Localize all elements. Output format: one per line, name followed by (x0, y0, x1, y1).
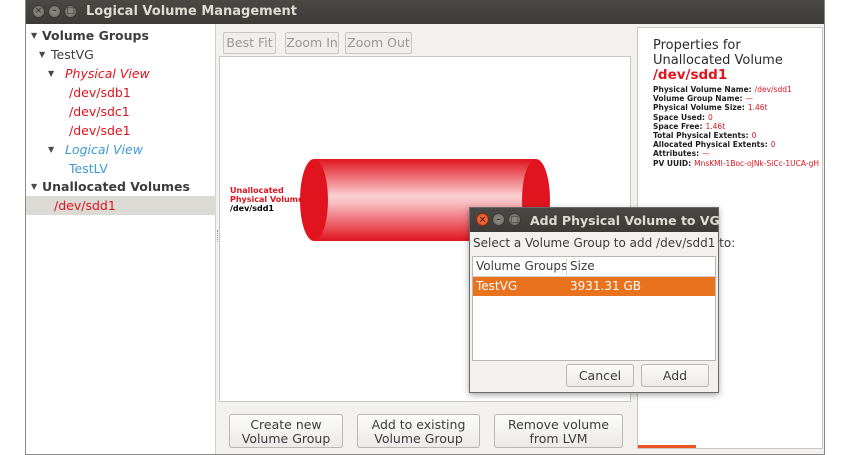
property-key: Physical Volume Size: (653, 103, 745, 113)
expand-arrow-icon[interactable]: ▼ (48, 64, 54, 83)
dialog-titlebar[interactable]: × – □ Add Physical Volume to VG (470, 208, 720, 232)
properties-list: Physical Volume Name:/dev/sdd1 Volume Gr… (653, 85, 822, 168)
button-label: Create new (250, 417, 322, 432)
properties-scroll-indicator[interactable] (638, 445, 696, 448)
properties-title: Properties for Unallocated Volume /dev/s… (653, 38, 783, 83)
property-value: 0 (707, 112, 713, 122)
window-minimize-icon[interactable]: – (48, 5, 61, 18)
dialog-close-icon[interactable]: × (476, 213, 489, 226)
property-key: Physical Volume Name: (653, 85, 752, 94)
property-row: Allocated Physical Extents: 0 (653, 140, 822, 150)
property-row: Space Free: 1.46t (653, 121, 822, 131)
column-header-size[interactable]: Size (570, 259, 595, 273)
button-label: Volume Group (374, 431, 463, 446)
add-button[interactable]: Add (641, 364, 709, 387)
property-key: Volume Group Name: (653, 94, 743, 104)
volume-group-list[interactable]: Volume Groups Size TestVG 3931.31 GB (472, 256, 716, 361)
volume-tree: ▼ Volume Groups ▼ TestVG ▼ Physical View… (26, 24, 216, 454)
expand-arrow-icon[interactable]: ▼ (31, 177, 37, 196)
zoom-in-button[interactable]: Zoom In (285, 32, 339, 54)
tree-label: TestVG (51, 47, 94, 62)
tree-label: /dev/sde1 (69, 123, 131, 138)
property-row: Physical Volume Name:/dev/sdd1 (653, 85, 822, 94)
property-value: MnsKMI-1Boc-oJNk-SiCc-1UCA-gH (694, 158, 819, 168)
window-close-icon[interactable]: × (32, 5, 45, 18)
tree-item-pv[interactable]: /dev/sde1 (26, 121, 216, 140)
row-size: 3931.31 GB (570, 279, 641, 293)
property-key: Allocated Physical Extents: (653, 140, 768, 150)
expand-arrow-icon[interactable]: ▼ (48, 140, 54, 159)
tree-item-vg[interactable]: ▼ TestVG (26, 45, 216, 64)
tree-label: TestLV (69, 161, 108, 176)
expand-arrow-icon[interactable]: ▼ (39, 45, 45, 64)
tree-item-pv[interactable]: /dev/sdb1 (26, 83, 216, 102)
list-row-selected[interactable]: TestVG 3931.31 GB (473, 277, 715, 296)
property-value: — (745, 94, 754, 104)
tree-item-pv[interactable]: /dev/sdc1 (26, 102, 216, 121)
tree-item-logical-view[interactable]: ▼ Logical View (26, 140, 216, 159)
property-value: — (702, 149, 710, 159)
tree-item-lv[interactable]: TestLV (26, 159, 216, 178)
property-value: /dev/sdd1 (754, 85, 792, 94)
expand-arrow-icon[interactable]: ▼ (31, 26, 37, 45)
dialog-minimize-icon[interactable]: – (492, 213, 505, 226)
tree-item-physical-view[interactable]: ▼ Physical View (26, 64, 216, 83)
tree-label: /dev/sdd1 (54, 198, 116, 213)
remove-from-lvm-button[interactable]: Remove volume from LVM (494, 414, 623, 448)
column-header-volume-groups[interactable]: Volume Groups (476, 259, 567, 273)
dialog-title: Add Physical Volume to VG (530, 213, 720, 228)
property-key: PV UUID: (653, 158, 692, 168)
tree-label: Volume Groups (42, 28, 149, 43)
cylinder-left-cap (300, 159, 328, 241)
property-row: Volume Group Name: — (653, 94, 822, 104)
tree-label: Physical View (65, 66, 150, 81)
property-row: Space Used: 0 (653, 112, 822, 122)
property-value: 0 (751, 131, 757, 141)
tree-label: Logical View (65, 142, 143, 157)
tree-item-unallocated-pv[interactable]: /dev/sdd1 (26, 196, 216, 215)
best-fit-button[interactable]: Best Fit (223, 32, 276, 54)
zoom-out-button[interactable]: Zoom Out (345, 32, 412, 54)
properties-device: /dev/sdd1 (653, 67, 728, 83)
dialog-prompt: Select a Volume Group to add /dev/sdd1 t… (473, 236, 736, 250)
properties-heading: Unallocated Volume (653, 53, 783, 68)
create-volume-group-button[interactable]: Create new Volume Group (229, 414, 343, 448)
property-value: 0 (770, 140, 776, 150)
property-row: Physical Volume Size: 1.46t (653, 103, 822, 113)
window-titlebar[interactable]: × – □ Logical Volume Management (26, 0, 824, 24)
property-key: Space Used: (653, 112, 705, 122)
property-row: Total Physical Extents: 0 (653, 131, 822, 141)
add-to-volume-group-button[interactable]: Add to existing Volume Group (357, 414, 480, 448)
property-value: 1.46t (705, 121, 726, 131)
button-label: Volume Group (241, 431, 331, 446)
cancel-button[interactable]: Cancel (566, 364, 634, 387)
property-key: Space Free: (653, 121, 703, 131)
tree-item-volume-groups[interactable]: ▼ Volume Groups (26, 26, 216, 45)
property-key: Total Physical Extents: (653, 131, 749, 141)
window-title: Logical Volume Management (86, 4, 298, 19)
tree-label: Unallocated Volumes (42, 179, 190, 194)
add-pv-dialog: × – □ Add Physical Volume to VG Select a… (469, 207, 735, 393)
tree-item-unallocated-volumes[interactable]: ▼ Unallocated Volumes (26, 177, 216, 196)
row-group: TestVG (476, 279, 518, 293)
property-row: Attributes: — (653, 149, 822, 159)
property-key: Attributes: (653, 149, 700, 159)
dialog-maximize-icon[interactable]: □ (508, 213, 521, 226)
tree-label: /dev/sdc1 (69, 104, 130, 119)
property-row: PV UUID: MnsKMI-1Boc-oJNk-SiCc-1UCA-gH (653, 158, 822, 168)
column-divider (566, 259, 567, 275)
window-maximize-icon[interactable]: □ (64, 5, 77, 18)
button-label: Add to existing (371, 417, 466, 432)
list-header: Volume Groups Size (473, 257, 715, 277)
button-label: from LVM (529, 431, 588, 446)
property-value: 1.46t (747, 103, 768, 113)
button-label: Remove volume (507, 417, 609, 432)
tree-label: /dev/sdb1 (69, 85, 131, 100)
properties-heading: Properties for (653, 38, 741, 53)
